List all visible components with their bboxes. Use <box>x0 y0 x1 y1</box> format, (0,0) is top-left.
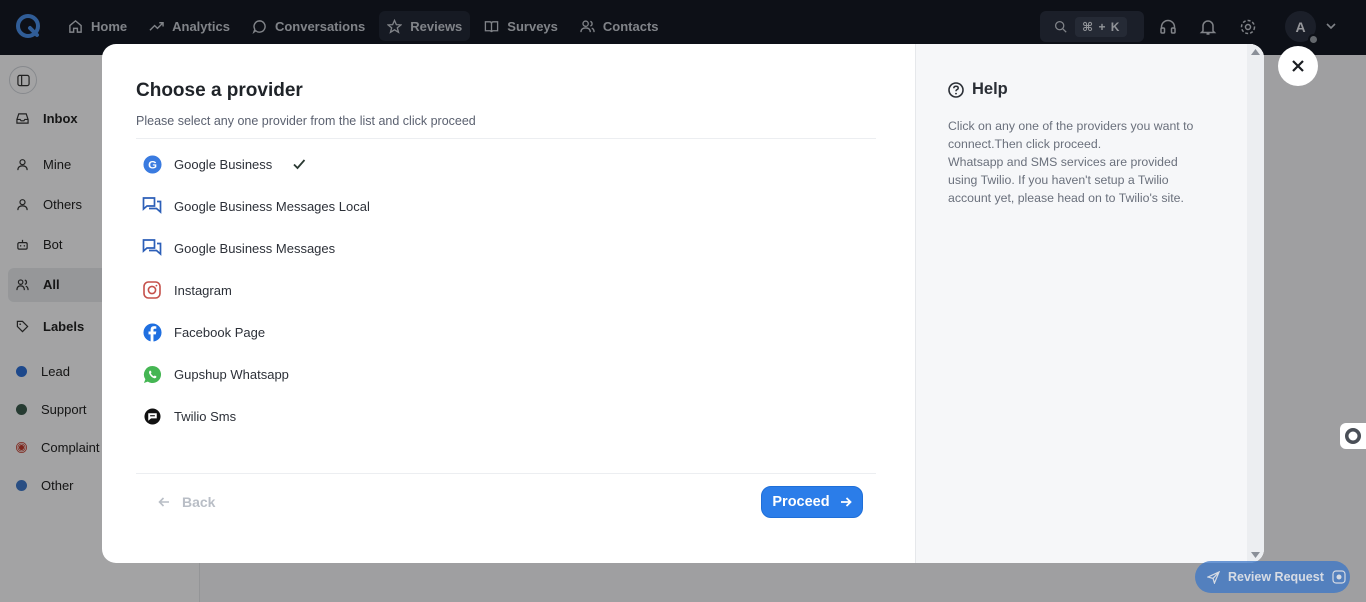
provider-option-gupshup-whatsapp[interactable]: Gupshup Whatsapp <box>142 362 289 386</box>
help-title: Help <box>948 80 1008 99</box>
proceed-button[interactable]: Proceed <box>761 486 863 518</box>
arrow-left-icon <box>158 497 169 507</box>
whatsapp-icon <box>142 364 162 384</box>
modal-subtitle: Please select any one provider from the … <box>136 114 476 128</box>
messages-icon <box>142 238 162 258</box>
checkmark-icon <box>293 159 306 170</box>
choose-provider-modal: Choose a provider Please select any one … <box>102 44 1264 563</box>
provider-label: Twilio Sms <box>174 408 237 424</box>
modal-title: Choose a provider <box>136 80 303 101</box>
help-panel: Help Click on any one of the providers y… <box>915 44 1264 563</box>
help-line: connect.Then click proceed. <box>948 137 1102 151</box>
twilio-icon <box>142 406 162 426</box>
provider-label: Google Business Messages <box>174 240 336 256</box>
provider-option-google-business[interactable]: G Google Business <box>142 152 306 176</box>
review-request-label: Review Request <box>1228 570 1324 584</box>
provider-option-facebook[interactable]: Facebook Page <box>142 320 265 344</box>
help-text: Click on any one of the providers you wa… <box>948 117 1228 207</box>
chat-widget-icon <box>1345 428 1361 444</box>
divider <box>136 138 876 139</box>
provider-label: Gupshup Whatsapp <box>174 366 289 382</box>
provider-option-gbm[interactable]: Google Business Messages <box>142 236 335 260</box>
arrow-right-icon <box>840 497 852 507</box>
back-button[interactable]: Back <box>158 491 215 513</box>
help-line: account yet, please head on to Twilio's … <box>948 191 1184 205</box>
review-request-button[interactable]: Review Request <box>1195 561 1350 593</box>
svg-text:G: G <box>148 159 157 171</box>
provider-label: Instagram <box>174 282 232 298</box>
scroll-down-arrow-icon[interactable] <box>1251 552 1260 558</box>
close-icon <box>1292 60 1304 72</box>
provider-option-twilio-sms[interactable]: Twilio Sms <box>142 404 236 428</box>
provider-option-instagram[interactable]: Instagram <box>142 278 232 302</box>
google-icon: G <box>142 154 162 174</box>
floating-chat-widget[interactable] <box>1340 423 1366 449</box>
facebook-icon <box>142 322 162 342</box>
provider-panel: Choose a provider Please select any one … <box>102 44 915 563</box>
instagram-icon <box>142 280 162 300</box>
provider-option-gbm-local[interactable]: Google Business Messages Local <box>142 194 370 218</box>
help-line: Whatsapp and SMS services are provided <box>948 155 1178 169</box>
help-line: using Twilio. If you haven't setup a Twi… <box>948 173 1169 187</box>
close-modal-button[interactable] <box>1278 46 1318 86</box>
provider-label: Facebook Page <box>174 324 266 340</box>
messages-icon <box>142 196 162 216</box>
proceed-label: Proceed <box>772 494 830 510</box>
help-circle-icon <box>948 81 964 98</box>
back-label: Back <box>182 494 216 510</box>
provider-label: Google Business <box>174 156 273 172</box>
scrollbar[interactable] <box>1247 44 1264 563</box>
divider <box>136 473 876 474</box>
send-icon <box>1207 570 1220 584</box>
scroll-up-arrow-icon[interactable] <box>1251 49 1260 55</box>
help-badge-icon <box>1332 570 1346 584</box>
help-line: Click on any one of the providers you wa… <box>948 119 1194 133</box>
help-title-label: Help <box>972 80 1008 98</box>
provider-label: Google Business Messages Local <box>174 198 370 214</box>
